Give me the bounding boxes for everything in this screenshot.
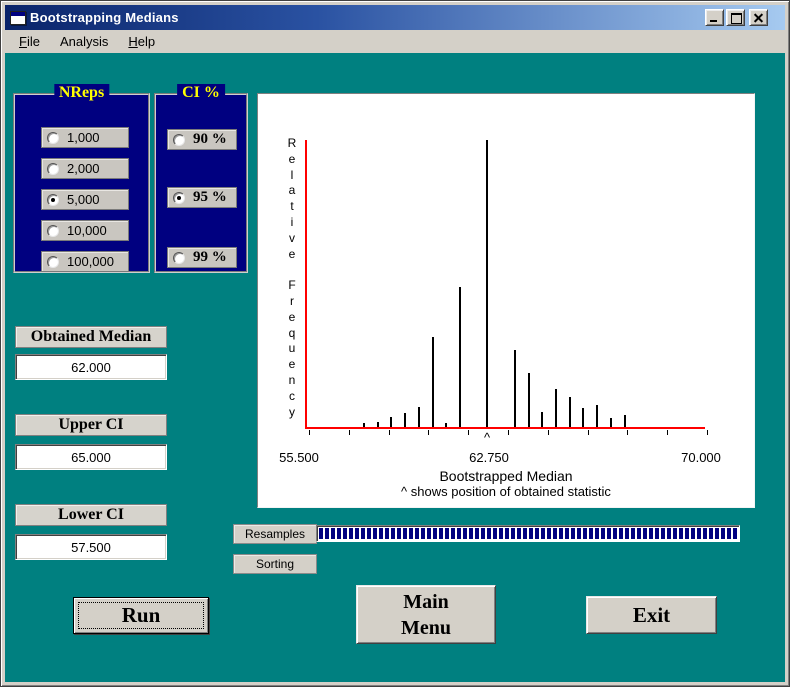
histogram-spike bbox=[404, 413, 406, 427]
histogram-spike bbox=[432, 337, 434, 427]
y-axis-label: RelativeFrequency bbox=[284, 136, 300, 420]
histogram-spike bbox=[528, 373, 530, 427]
menu-help[interactable]: Help bbox=[120, 32, 163, 52]
chart-panel: RelativeFrequency ^ 55.500 62.750 70.000… bbox=[257, 93, 755, 508]
x-axis-tick bbox=[389, 430, 390, 435]
ci-option-90[interactable]: 90 % bbox=[167, 129, 237, 150]
option-label: 100,000 bbox=[67, 254, 114, 269]
radio-icon[interactable] bbox=[47, 194, 59, 206]
chart-plot: RelativeFrequency ^ 55.500 62.750 70.000… bbox=[258, 94, 754, 507]
radio-icon[interactable] bbox=[47, 132, 59, 144]
resamples-progressbar bbox=[316, 525, 740, 542]
obtained-statistic-caret: ^ bbox=[484, 430, 490, 445]
histogram-spike bbox=[377, 422, 379, 427]
x-axis-tick bbox=[588, 430, 589, 435]
client-area: NReps 1,000 2,000 5,000 10,000 100,000 C… bbox=[5, 53, 785, 682]
obtained-median-value: 62.000 bbox=[15, 354, 167, 380]
histogram-spike bbox=[514, 350, 516, 427]
x-axis-tick bbox=[468, 430, 469, 435]
x-tick-label-min: 55.500 bbox=[279, 450, 319, 465]
resamples-progress-fill bbox=[319, 528, 737, 539]
nreps-option-2000[interactable]: 2,000 bbox=[41, 158, 129, 179]
histogram-spike bbox=[596, 405, 598, 427]
histogram-spike bbox=[582, 408, 584, 427]
x-axis-tick bbox=[667, 430, 668, 435]
x-axis-tick bbox=[309, 430, 310, 435]
histogram-spike bbox=[541, 412, 543, 427]
minimize-button[interactable] bbox=[705, 9, 724, 26]
ci-frame: CI % 90 % 95 % 99 % bbox=[154, 93, 248, 273]
nreps-frame-title: NReps bbox=[54, 84, 109, 102]
x-tick-label-max: 70.000 bbox=[681, 450, 721, 465]
run-button[interactable]: Run bbox=[73, 597, 209, 634]
histogram-spike bbox=[363, 423, 365, 427]
chart-note: ^ shows position of obtained statistic bbox=[258, 484, 754, 499]
main-menu-line2: Menu bbox=[401, 615, 451, 641]
x-tick-label-mid: 62.750 bbox=[469, 450, 509, 465]
radio-icon[interactable] bbox=[47, 225, 59, 237]
ci-option-99[interactable]: 99 % bbox=[167, 247, 237, 268]
nreps-frame: NReps 1,000 2,000 5,000 10,000 100,000 bbox=[13, 93, 150, 273]
x-axis-tick bbox=[707, 430, 708, 435]
nreps-option-100000[interactable]: 100,000 bbox=[41, 251, 129, 272]
lower-ci-value: 57.500 bbox=[15, 534, 167, 560]
x-axis-tick bbox=[428, 430, 429, 435]
option-label: 90 % bbox=[193, 131, 227, 148]
main-menu-button[interactable]: Main Menu bbox=[356, 585, 496, 644]
resamples-label: Resamples bbox=[233, 524, 317, 544]
histogram-spike bbox=[390, 417, 392, 427]
close-button[interactable] bbox=[749, 9, 768, 26]
menu-file[interactable]: File bbox=[11, 32, 48, 52]
histogram-spike bbox=[459, 287, 461, 427]
exit-button[interactable]: Exit bbox=[586, 596, 717, 634]
histogram-spike bbox=[569, 397, 571, 427]
histogram-spike bbox=[555, 389, 557, 427]
menu-analysis[interactable]: Analysis bbox=[52, 32, 116, 52]
app-form-icon bbox=[10, 11, 26, 25]
radio-icon[interactable] bbox=[47, 256, 59, 268]
x-axis-tick bbox=[627, 430, 628, 435]
ci-option-95[interactable]: 95 % bbox=[167, 187, 237, 208]
radio-icon[interactable] bbox=[173, 252, 185, 264]
option-label: 10,000 bbox=[67, 223, 107, 238]
app-window: { "window": { "title": "Bootstrapping Me… bbox=[0, 0, 790, 687]
radio-icon[interactable] bbox=[47, 163, 59, 175]
lower-ci-label: Lower CI bbox=[15, 504, 167, 526]
sorting-label: Sorting bbox=[233, 554, 317, 574]
option-label: 95 % bbox=[193, 189, 227, 206]
maximize-button[interactable] bbox=[726, 9, 745, 26]
histogram-spike bbox=[418, 407, 420, 427]
histogram-spike bbox=[624, 415, 626, 427]
histogram-spike bbox=[610, 418, 612, 427]
main-menu-line1: Main bbox=[403, 589, 449, 615]
option-label: 1,000 bbox=[67, 130, 100, 145]
nreps-option-5000[interactable]: 5,000 bbox=[41, 189, 129, 210]
upper-ci-value: 65.000 bbox=[15, 444, 167, 470]
x-axis-tick bbox=[508, 430, 509, 435]
nreps-option-10000[interactable]: 10,000 bbox=[41, 220, 129, 241]
y-axis-line bbox=[305, 140, 307, 429]
nreps-option-1000[interactable]: 1,000 bbox=[41, 127, 129, 148]
title-bar[interactable]: Bootstrapping Medians bbox=[5, 5, 785, 30]
x-axis-line bbox=[305, 427, 705, 429]
histogram-spike bbox=[445, 423, 447, 427]
menu-bar: File Analysis Help bbox=[5, 30, 785, 53]
histogram-spike bbox=[486, 140, 488, 427]
obtained-median-label: Obtained Median bbox=[15, 326, 167, 348]
radio-icon[interactable] bbox=[173, 192, 185, 204]
x-axis-tick bbox=[349, 430, 350, 435]
option-label: 2,000 bbox=[67, 161, 100, 176]
option-label: 5,000 bbox=[67, 192, 100, 207]
x-axis-title: Bootstrapped Median bbox=[258, 468, 754, 484]
window-title: Bootstrapping Medians bbox=[30, 10, 705, 25]
option-label: 99 % bbox=[193, 249, 227, 266]
upper-ci-label: Upper CI bbox=[15, 414, 167, 436]
x-axis-tick bbox=[548, 430, 549, 435]
radio-icon[interactable] bbox=[173, 134, 185, 146]
ci-frame-title: CI % bbox=[177, 84, 225, 102]
